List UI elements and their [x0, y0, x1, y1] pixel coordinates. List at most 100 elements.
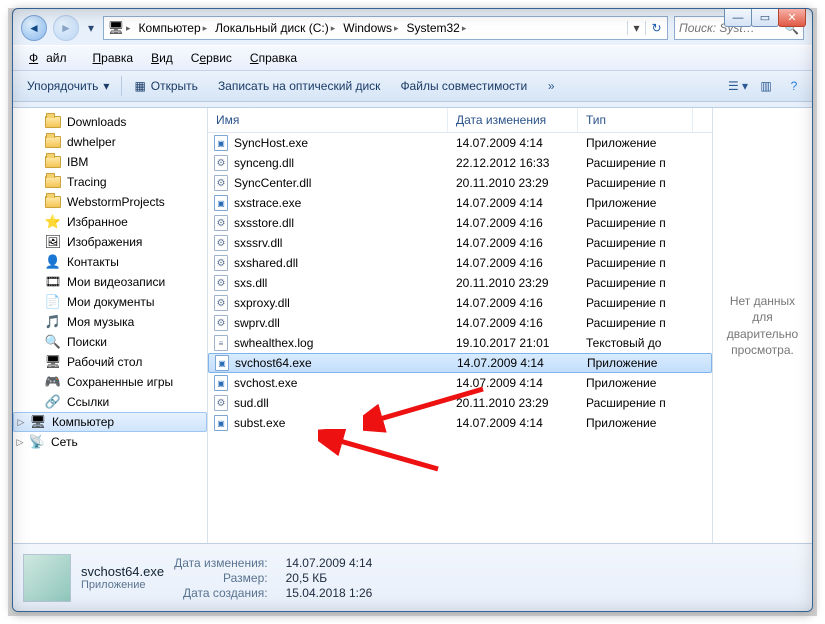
dll-icon: [214, 295, 228, 311]
column-date[interactable]: Дата изменения: [448, 108, 578, 132]
tree-item[interactable]: 🖥Рабочий стол: [13, 352, 207, 372]
tree-item-label: Избранное: [67, 215, 128, 229]
file-type: Расширение п: [578, 276, 693, 290]
address-bar[interactable]: 🖥▸ Компьютер ▸ Локальный диск (C:) ▸ Win…: [103, 16, 668, 40]
details-filename: svchost64.exe: [81, 564, 164, 579]
command-bar: Упорядочить ▾ ▦Открыть Записать на оптич…: [13, 71, 812, 102]
menu-view[interactable]: Вид: [143, 48, 181, 68]
file-name: sxproxy.dll: [234, 296, 290, 310]
file-name: sxstrace.exe: [234, 196, 301, 210]
menu-file[interactable]: Файл: [21, 48, 83, 68]
docs-icon: 📄: [45, 294, 61, 310]
tree-item[interactable]: 🔍Поиски: [13, 332, 207, 352]
file-row[interactable]: sxproxy.dll14.07.2009 4:16Расширение п: [208, 293, 712, 313]
history-dropdown[interactable]: ▾: [85, 17, 97, 39]
tree-item[interactable]: WebstormProjects: [13, 192, 207, 212]
file-name: SyncHost.exe: [234, 136, 308, 150]
file-date: 14.07.2009 4:14: [448, 196, 578, 210]
tree-item[interactable]: 🎞Мои видеозаписи: [13, 272, 207, 292]
tree-item[interactable]: dwhelper: [13, 132, 207, 152]
tree-item[interactable]: 📄Мои документы: [13, 292, 207, 312]
file-row[interactable]: sxssrv.dll14.07.2009 4:16Расширение п: [208, 233, 712, 253]
file-name: sxsstore.dll: [234, 216, 294, 230]
maximize-button[interactable]: ▭: [751, 9, 779, 27]
column-name[interactable]: Имя: [208, 108, 448, 132]
address-history-dropdown[interactable]: ▾: [627, 21, 645, 35]
open-button[interactable]: ▦Открыть: [126, 76, 205, 96]
file-row[interactable]: subst.exe14.07.2009 4:14Приложение: [208, 413, 712, 433]
column-type[interactable]: Тип: [578, 108, 693, 132]
tree-item-label: WebstormProjects: [67, 195, 165, 209]
file-type: Приложение: [578, 136, 693, 150]
menu-help[interactable]: Справка: [242, 48, 305, 68]
file-type: Расширение п: [578, 316, 693, 330]
minimize-button[interactable]: —: [724, 9, 752, 27]
details-meta: Дата изменения:14.07.2009 4:14 Размер:20…: [174, 556, 372, 600]
file-name: sxssrv.dll: [234, 236, 282, 250]
file-type: Расширение п: [578, 296, 693, 310]
column-headers: Имя Дата изменения Тип: [208, 108, 712, 133]
close-button[interactable]: ✕: [778, 9, 806, 27]
tree-item[interactable]: ⭐Избранное: [13, 212, 207, 232]
tree-item[interactable]: 🎮Сохраненные игры: [13, 372, 207, 392]
forward-button[interactable]: ►: [53, 15, 79, 41]
folder-icon: [45, 134, 61, 150]
help-button[interactable]: ?: [782, 75, 806, 97]
file-list[interactable]: Имя Дата изменения Тип SyncHost.exe14.07…: [208, 108, 712, 543]
games-icon: 🎮: [45, 374, 61, 390]
tree-item[interactable]: 🎵Моя музыка: [13, 312, 207, 332]
tree-item[interactable]: 👤Контакты: [13, 252, 207, 272]
tree-item[interactable]: Downloads: [13, 112, 207, 132]
file-row[interactable]: synceng.dll22.12.2012 16:33Расширение п: [208, 153, 712, 173]
tree-item[interactable]: IBM: [13, 152, 207, 172]
file-row[interactable]: sxsstore.dll14.07.2009 4:16Расширение п: [208, 213, 712, 233]
file-date: 19.10.2017 21:01: [448, 336, 578, 350]
organize-button[interactable]: Упорядочить ▾: [19, 76, 117, 96]
expander-icon[interactable]: ▷: [15, 437, 25, 448]
breadcrumb-root[interactable]: 🖥▸: [104, 20, 135, 36]
compat-button[interactable]: Файлы совместимости: [392, 76, 535, 96]
breadcrumb-windows[interactable]: Windows ▸: [339, 21, 402, 35]
view-options[interactable]: ☰ ▾: [726, 75, 750, 97]
file-row[interactable]: sxshared.dll14.07.2009 4:16Расширение п: [208, 253, 712, 273]
dll-icon: [214, 175, 228, 191]
tree-root-computer[interactable]: ▷🖥Компьютер: [13, 412, 207, 432]
file-row[interactable]: swhealthex.log19.10.2017 21:01Текстовый …: [208, 333, 712, 353]
expander-icon[interactable]: ▷: [16, 417, 26, 428]
menu-bar: Файл Правка Вид Сервис Справка: [13, 45, 812, 71]
tree-item-label: IBM: [67, 155, 88, 169]
tree-item[interactable]: 🔗Ссылки: [13, 392, 207, 412]
tree-item-label: Сеть: [51, 435, 78, 449]
nav-row: ◄ ► ▾ 🖥▸ Компьютер ▸ Локальный диск (C:)…: [13, 9, 812, 45]
breadcrumb-drive[interactable]: Локальный диск (C:) ▸: [211, 21, 339, 35]
file-row[interactable]: SyncHost.exe14.07.2009 4:14Приложение: [208, 133, 712, 153]
file-date: 14.07.2009 4:16: [448, 236, 578, 250]
file-name: SyncCenter.dll: [234, 176, 311, 190]
tree-root-network[interactable]: ▷📡Сеть: [13, 432, 207, 452]
app-icon: [214, 415, 228, 431]
tree-item[interactable]: 🖼Изображения: [13, 232, 207, 252]
file-name: synceng.dll: [234, 156, 294, 170]
menu-edit[interactable]: Правка: [85, 48, 142, 68]
navigation-tree[interactable]: Downloadsdwhelper IBM Tracing WebstormProje…: [13, 108, 208, 543]
file-row[interactable]: sxstrace.exe14.07.2009 4:14Приложение: [208, 193, 712, 213]
breadcrumb-computer[interactable]: Компьютер ▸: [135, 21, 212, 35]
preview-pane-toggle[interactable]: ▥: [754, 75, 778, 97]
file-row[interactable]: swprv.dll14.07.2009 4:16Расширение п: [208, 313, 712, 333]
videos-icon: 🎞: [45, 274, 61, 290]
back-button[interactable]: ◄: [21, 15, 47, 41]
file-row[interactable]: svchost64.exe14.07.2009 4:14Приложение: [208, 353, 712, 373]
file-row[interactable]: sud.dll20.11.2010 23:29Расширение п: [208, 393, 712, 413]
file-row[interactable]: sxs.dll20.11.2010 23:29Расширение п: [208, 273, 712, 293]
contacts-icon: 👤: [45, 254, 61, 270]
burn-button[interactable]: Записать на оптический диск: [210, 76, 389, 96]
refresh-button[interactable]: ↻: [645, 21, 667, 35]
file-row[interactable]: SyncCenter.dll20.11.2010 23:29Расширение…: [208, 173, 712, 193]
more-commands[interactable]: »: [539, 75, 563, 97]
breadcrumb-system32[interactable]: System32 ▸: [402, 21, 470, 35]
file-date: 14.07.2009 4:16: [448, 216, 578, 230]
file-date: 14.07.2009 4:14: [448, 416, 578, 430]
tree-item[interactable]: Tracing: [13, 172, 207, 192]
menu-tools[interactable]: Сервис: [183, 48, 240, 68]
file-row[interactable]: svchost.exe14.07.2009 4:14Приложение: [208, 373, 712, 393]
